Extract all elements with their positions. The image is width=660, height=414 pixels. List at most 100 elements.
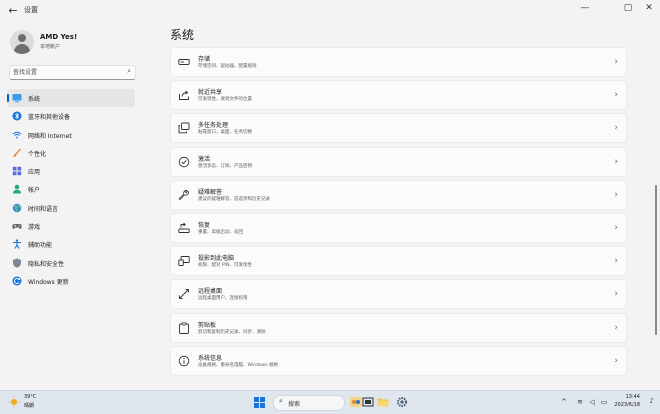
card-multitasking[interactable]: 多任务处理 贴靠窗口，桌面，任务切换 › — [170, 113, 627, 144]
brush-icon — [13, 148, 21, 157]
chevron-right-icon: › — [614, 222, 618, 233]
card-activation[interactable]: 激活 激活状态、订阅、产品密钥 › — [170, 146, 627, 177]
sidebar-item-label: 个性化 — [28, 150, 47, 158]
card-title: 激活 — [198, 155, 211, 163]
card-title: 存储 — [198, 56, 211, 63]
title-bar: ← 设置 — ▢ ✕ — [0, 0, 660, 22]
widget-app-icon[interactable] — [350, 396, 362, 408]
card-description: 存储空间、驱动器、配置规则 — [198, 64, 257, 69]
card-nearby-sharing[interactable]: 就近共享 可发现性，收到文件的位置 › — [170, 80, 627, 111]
sidebar-item-time-language[interactable]: 时间和语言 — [7, 199, 135, 217]
weather-sun-icon[interactable] — [8, 396, 20, 408]
back-arrow-icon[interactable]: ← — [6, 4, 20, 18]
sidebar-item-label: 网络和 Internet — [28, 132, 72, 140]
sidebar-item-windows-update[interactable]: Windows 更新 — [7, 272, 135, 290]
vertical-scrollbar[interactable] — [655, 185, 657, 335]
sidebar-item-privacy[interactable]: 隐私和安全性 — [7, 254, 135, 272]
sidebar-item-accounts[interactable]: 帐户 — [7, 180, 135, 198]
volume-icon[interactable]: ◁ — [587, 397, 597, 407]
card-about[interactable]: 系统信息 设备规格、重命名电脑、Windows 规格 › — [170, 345, 627, 376]
notification-bell-icon[interactable]: ♪ — [650, 397, 654, 405]
sidebar-item-personalization[interactable]: 个性化 — [7, 144, 135, 162]
card-description: 远程桌面用户，连接权限 — [198, 296, 248, 302]
card-remote-desktop[interactable]: 远程桌面 远程桌面用户，连接权限 › — [170, 279, 627, 310]
card-description: 可发现性，收到文件的位置 — [198, 97, 252, 103]
wifi-icon[interactable]: ≋ — [575, 397, 585, 407]
card-title: 就近共享 — [198, 89, 223, 97]
card-description: 贴靠窗口，桌面，任务切换 — [198, 130, 252, 136]
file-explorer-icon[interactable] — [377, 396, 389, 408]
chevron-right-icon: › — [614, 57, 618, 67]
card-description: 设备规格、重命名电脑、Windows 规格 — [198, 362, 279, 368]
search-icon[interactable]: ⌕ — [127, 67, 131, 76]
search-input[interactable] — [13, 67, 121, 78]
card-project-to-pc[interactable]: 投影到此电脑 权限、配对 PIN、可发现性 › — [170, 246, 627, 277]
card-storage[interactable]: 存储 存储空间、驱动器、配置规则 › — [170, 47, 627, 77]
card-title: 投影到此电脑 — [198, 255, 235, 263]
account-type: 本地帐户 — [40, 44, 61, 50]
sidebar-item-system[interactable]: 系统 — [7, 89, 135, 108]
windows-start-icon[interactable] — [254, 397, 265, 408]
card-clipboard[interactable]: 剪贴板 剪切和复制历史记录、同步、清除 › — [170, 312, 627, 343]
globe-icon — [12, 203, 22, 213]
chevron-right-icon: › — [614, 322, 618, 333]
accessibility-icon — [13, 239, 21, 250]
card-description: 重置、高级启动、返回 — [198, 229, 243, 235]
battery-icon[interactable]: ▭ — [599, 397, 609, 407]
card-recovery[interactable]: 恢复 重置、高级启动、返回 › — [170, 212, 627, 243]
sidebar-item-label: 应用 — [28, 169, 41, 177]
chevron-right-icon: › — [614, 156, 618, 167]
clipboard-icon — [179, 321, 189, 334]
clock-time[interactable]: 13:44 — [626, 394, 640, 400]
card-description: 建议的疑难解答、首选项和历史记录 — [198, 196, 270, 202]
sidebar-item-accessibility[interactable]: 辅助功能 — [7, 235, 135, 253]
card-title: 系统信息 — [198, 354, 223, 362]
sidebar-item-label: 蓝牙和其他设备 — [28, 114, 71, 122]
maximize-button[interactable]: ▢ — [617, 0, 639, 16]
system-icon — [12, 94, 22, 103]
sidebar-item-apps[interactable]: 应用 — [7, 162, 135, 180]
card-title: 剪贴板 — [198, 321, 217, 329]
avatar — [10, 30, 34, 54]
sidebar-item-gaming[interactable]: 游戏 — [7, 217, 135, 235]
gamepad-icon — [12, 224, 22, 230]
sidebar-item-label: 时间和语言 — [28, 205, 59, 213]
share-icon — [179, 90, 189, 101]
sidebar-item-label: 系统 — [28, 96, 41, 103]
taskbar-search-label: 搜索 — [288, 401, 301, 408]
user-name: AMD Yes! — [40, 33, 78, 41]
update-icon — [12, 276, 22, 286]
taskbar: 39°C 晴朗 ⌕ 搜索 ^ ≋ ◁ ▭ 13:44 2023/6/18 ♪ — [0, 390, 660, 414]
sidebar-item-network[interactable]: 网络和 Internet — [7, 126, 135, 144]
search-icon: ⌕ — [279, 397, 283, 405]
chevron-up-icon[interactable]: ^ — [559, 397, 569, 407]
apps-icon — [12, 166, 22, 176]
task-view-icon[interactable] — [362, 396, 374, 408]
shield-icon — [13, 258, 21, 268]
multitask-icon — [178, 122, 190, 134]
card-title: 多任务处理 — [198, 122, 229, 130]
clock-date[interactable]: 2023/6/18 — [614, 402, 640, 408]
minimize-button[interactable]: — — [574, 0, 596, 16]
settings-search-box[interactable]: ⌕ — [9, 65, 136, 80]
sidebar-item-bluetooth[interactable]: 蓝牙和其他设备 — [7, 107, 135, 125]
sidebar-item-label: 游戏 — [28, 224, 41, 232]
weather-temperature: 39°C — [24, 394, 37, 400]
card-description: 激活状态、订阅、产品密钥 — [198, 163, 252, 169]
wrench-icon — [178, 189, 189, 200]
wifi-icon — [12, 131, 22, 138]
weather-description: 晴朗 — [24, 403, 35, 409]
storage-icon — [178, 59, 190, 65]
taskbar-search[interactable]: ⌕ 搜索 — [273, 395, 345, 411]
chevron-right-icon: › — [614, 256, 618, 267]
settings-gear-icon[interactable] — [396, 396, 408, 408]
recovery-icon — [178, 222, 190, 233]
close-button[interactable]: ✕ — [638, 0, 660, 16]
page-title: 系统 — [170, 28, 195, 42]
settings-list: 存储 存储空间、驱动器、配置规则 › 就近共享 可发现性，收到文件的位置 › 多… — [170, 47, 627, 379]
sidebar-item-label: 隐私和安全性 — [28, 260, 65, 268]
chevron-right-icon: › — [614, 355, 618, 366]
card-troubleshoot[interactable]: 疑难解答 建议的疑难解答、首选项和历史记录 › — [170, 179, 627, 210]
card-title: 疑难解答 — [198, 188, 223, 196]
remote-icon — [179, 289, 189, 300]
